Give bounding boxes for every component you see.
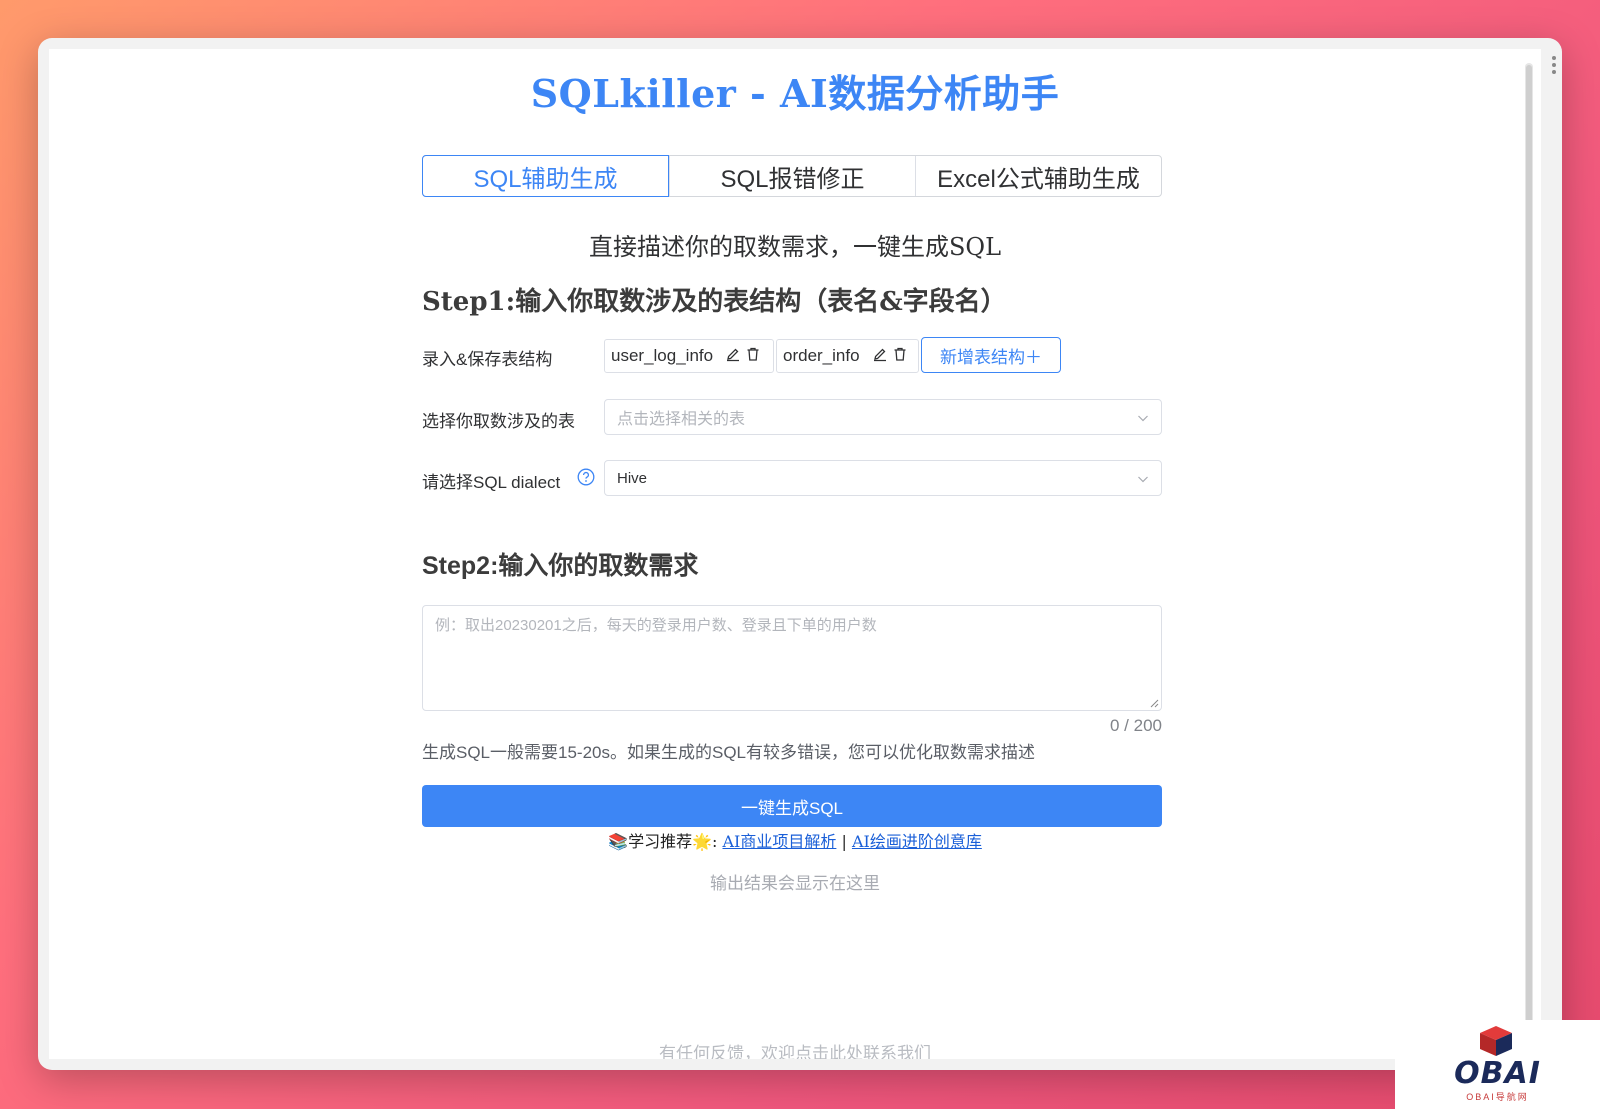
vertical-scrollbar[interactable]: [1525, 63, 1533, 1059]
delete-icon[interactable]: [888, 346, 908, 367]
learning-recommend: 📚学习推荐🌟: AI商业项目解析 | AI绘画进阶创意库: [49, 828, 1541, 852]
tab-sql-fix[interactable]: SQL报错修正: [669, 156, 915, 196]
recommend-prefix: 📚学习推荐🌟:: [608, 832, 718, 851]
sql-dialect-label: 请选择SQL dialect: [422, 473, 561, 492]
step1-heading: Step1:输入你取数涉及的表结构（表名&字段名）: [422, 287, 1007, 317]
tab-sql-generate[interactable]: SQL辅助生成: [422, 155, 669, 197]
link-ai-painting[interactable]: AI绘画进阶创意库: [852, 832, 982, 851]
tab-excel-formula[interactable]: Excel公式辅助生成: [915, 156, 1161, 196]
page-title: SQLkiller - AI数据分析助手: [530, 71, 1060, 116]
table-chip-user-log-info[interactable]: user_log_info: [604, 339, 774, 373]
select-tables-label: 选择你取数涉及的表: [422, 412, 575, 431]
edit-icon[interactable]: [868, 346, 888, 367]
sql-dialect-select[interactable]: Hive: [604, 460, 1162, 496]
mode-tabs: SQL辅助生成 SQL报错修正 Excel公式辅助生成: [422, 155, 1162, 197]
table-chip-order-info[interactable]: order_info: [776, 339, 919, 373]
link-separator: |: [836, 832, 852, 851]
chevron-down-icon: [1138, 476, 1148, 483]
scrollbar-thumb[interactable]: [1526, 65, 1532, 1059]
save-table-structure-label: 录入&保存表结构: [422, 350, 553, 369]
table-chip-name: order_info: [783, 346, 860, 365]
generate-sql-button[interactable]: 一键生成SQL: [422, 785, 1162, 827]
sql-dialect-value: Hive: [617, 469, 648, 487]
generation-hint: 生成SQL一般需要15-20s。如果生成的SQL有较多错误，您可以优化取数需求描…: [422, 743, 1036, 762]
watermark-brand: OBAI: [1454, 1056, 1541, 1091]
table-chip-name: user_log_info: [611, 346, 714, 365]
browser-window: SQLkiller - AI数据分析助手 SQL辅助生成 SQL报错修正 Exc…: [38, 38, 1562, 1070]
more-options-icon[interactable]: [1552, 56, 1556, 77]
link-ai-business[interactable]: AI商业项目解析: [723, 832, 837, 851]
watermark-subtitle: OBAI导航网: [1466, 1092, 1529, 1102]
resize-handle-icon[interactable]: [1150, 699, 1159, 708]
page-content: SQLkiller - AI数据分析助手 SQL辅助生成 SQL报错修正 Exc…: [49, 49, 1541, 1059]
requirement-placeholder: 例：取出20230201之后，每天的登录用户数、登录且下单的用户数: [435, 617, 877, 634]
requirement-textarea[interactable]: 例：取出20230201之后，每天的登录用户数、登录且下单的用户数: [422, 605, 1162, 711]
watermark-logo: OBAI OBAI导航网: [1395, 1020, 1600, 1109]
chevron-down-icon: [1138, 415, 1148, 422]
select-tables-dropdown[interactable]: 点击选择相关的表: [604, 399, 1162, 435]
edit-icon[interactable]: [721, 346, 741, 367]
char-counter: 0 / 200: [1110, 716, 1162, 735]
help-icon[interactable]: [577, 468, 595, 491]
output-placeholder: 输出结果会显示在这里: [710, 874, 880, 894]
step2-heading: Step2:输入你的取数需求: [422, 552, 699, 580]
delete-icon[interactable]: [741, 346, 761, 367]
add-table-structure-button[interactable]: 新增表结构＋: [921, 337, 1061, 373]
page-subtitle: 直接描述你的取数需求，一键生成SQL: [588, 233, 1002, 261]
feedback-link[interactable]: 有任何反馈，欢迎点击此处联系我们: [49, 1039, 1541, 1059]
select-tables-placeholder: 点击选择相关的表: [617, 411, 746, 428]
cube-logo-icon: [1480, 1026, 1512, 1056]
